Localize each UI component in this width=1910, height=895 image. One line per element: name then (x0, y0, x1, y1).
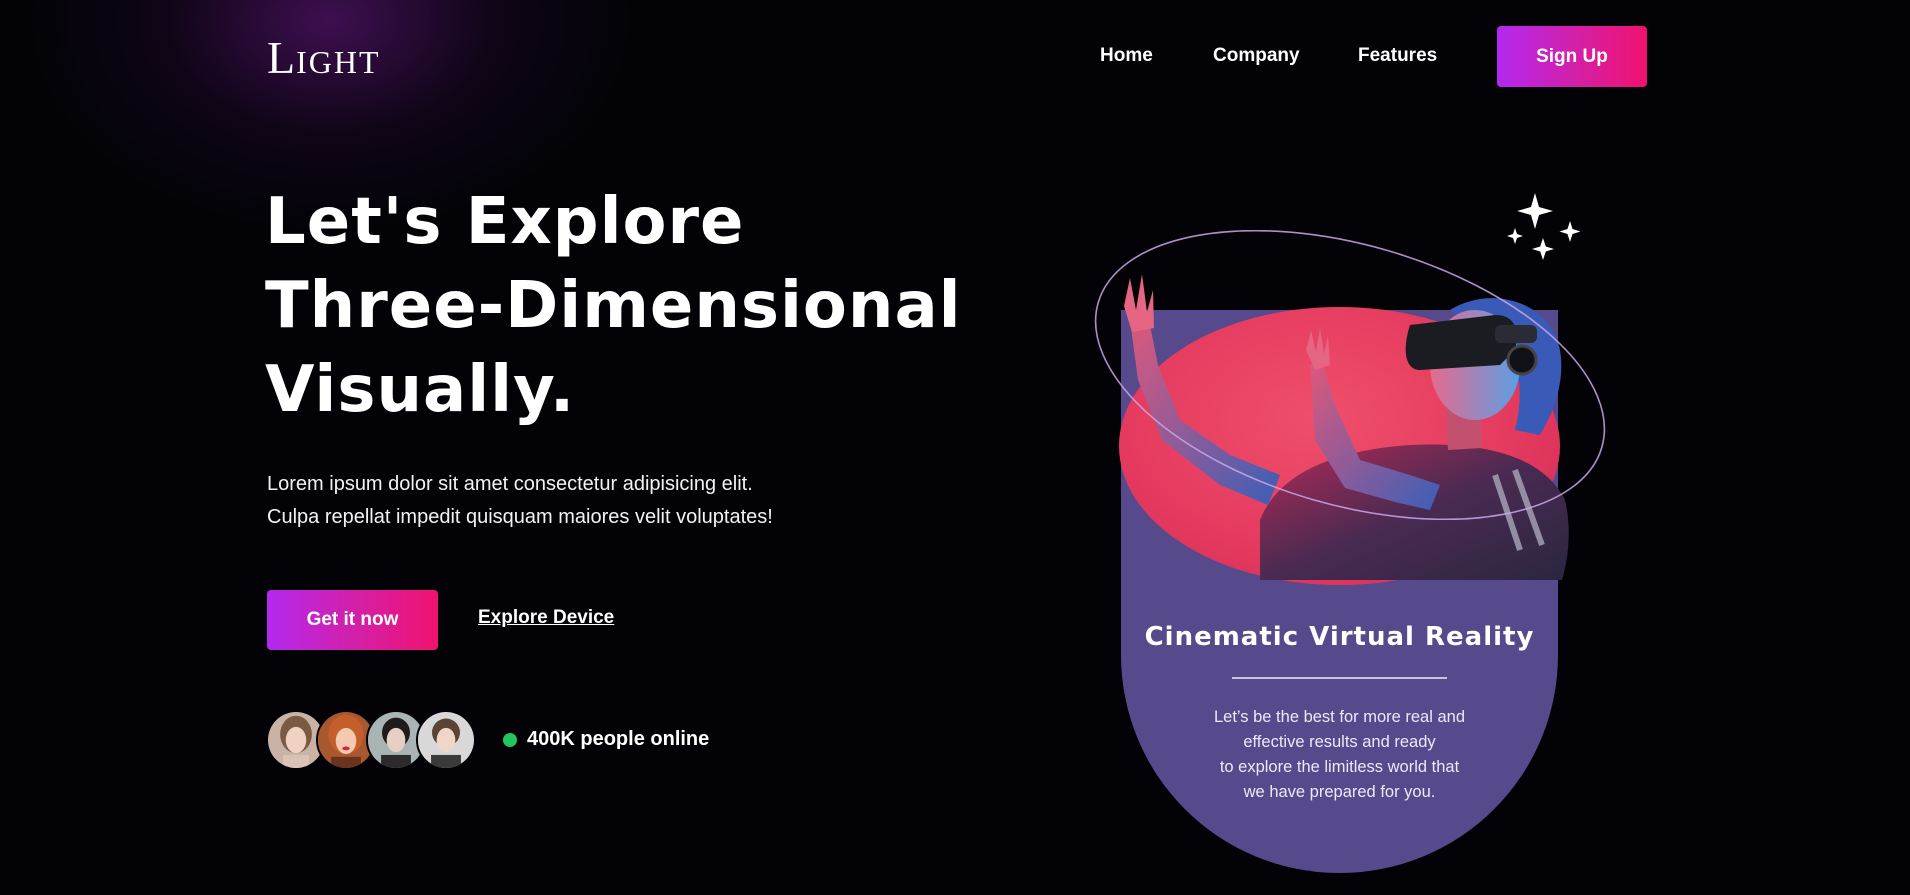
hero-title-line: Let's Explore (265, 185, 745, 259)
hero-description: Lorem ipsum dolor sit amet consectetur a… (267, 468, 867, 534)
signup-button[interactable]: Sign Up (1497, 26, 1647, 87)
hero-description-line: Culpa repellat impedit quisquam maiores … (267, 506, 773, 528)
hero-description-line: Lorem ipsum dolor sit amet consectetur a… (267, 473, 753, 495)
explore-device-link[interactable]: Explore Device (478, 607, 614, 629)
card-description-line: effective results and ready (1243, 733, 1436, 751)
online-users-avatars (266, 710, 486, 770)
nav-features-link[interactable]: Features (1358, 45, 1437, 67)
card-divider (1232, 677, 1447, 679)
logo-rest: ight (296, 44, 381, 80)
card-description-line: Let’s be the best for more real and (1213, 708, 1465, 726)
avatar (416, 710, 476, 770)
hero-title: Let's Explore Three-Dimensional Visually… (265, 180, 985, 432)
card-description-line: to explore the limitless world that (1219, 758, 1460, 776)
hero-title-line: Three-Dimensional (265, 269, 962, 343)
get-it-now-button[interactable]: Get it now (267, 590, 438, 650)
status-dot-icon (503, 733, 517, 747)
landing-page: Light Home Company Features Sign Up Let'… (0, 0, 1910, 895)
brand-logo[interactable]: Light (267, 34, 381, 86)
sparkles-icon (1507, 193, 1581, 260)
card-title: Cinematic Virtual Reality (1144, 622, 1535, 652)
nav-home-link[interactable]: Home (1100, 45, 1153, 67)
hero-title-line: Visually. (265, 353, 576, 427)
online-count: 400K people online (527, 728, 710, 750)
nav-company-link[interactable]: Company (1213, 45, 1300, 67)
card-description: Let’s be the best for more real and effe… (1121, 705, 1558, 805)
vr-person-image (1124, 274, 1569, 580)
card-description-line: we have prepared for you. (1243, 783, 1436, 801)
logo-initial: L (267, 32, 297, 83)
